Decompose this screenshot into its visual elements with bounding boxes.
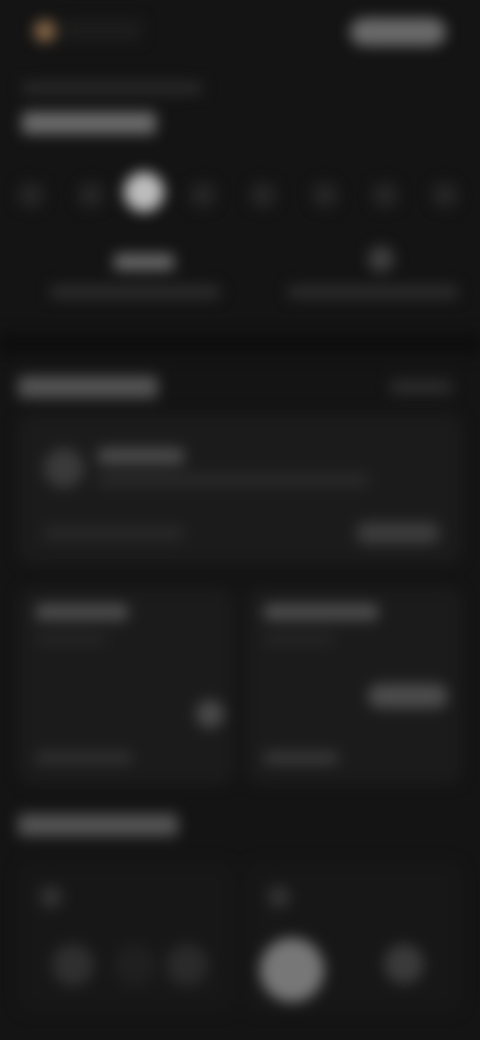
stat-card[interactable] bbox=[18, 588, 234, 784]
stat-card-subtitle bbox=[36, 634, 106, 644]
activity-subtitle bbox=[98, 474, 368, 486]
day-selector bbox=[0, 170, 480, 220]
feature-card[interactable] bbox=[246, 862, 462, 1012]
see-all-link[interactable] bbox=[390, 380, 452, 394]
day-item[interactable] bbox=[78, 182, 104, 208]
header-action-button[interactable] bbox=[350, 18, 446, 46]
activity-action-button[interactable] bbox=[356, 522, 440, 544]
stat-card-footer bbox=[264, 752, 338, 764]
feature-icon bbox=[40, 886, 62, 908]
metric-icon bbox=[368, 246, 394, 272]
section-title bbox=[18, 376, 158, 398]
feature-card[interactable] bbox=[18, 862, 234, 1012]
option-circle[interactable] bbox=[52, 944, 94, 986]
app-name bbox=[62, 20, 142, 40]
option-circle-selected[interactable] bbox=[260, 938, 324, 1002]
day-item[interactable] bbox=[250, 182, 276, 208]
app-logo bbox=[34, 20, 56, 42]
greeting-subtitle bbox=[22, 82, 202, 94]
day-item[interactable] bbox=[18, 182, 44, 208]
stat-card-chip[interactable] bbox=[368, 684, 448, 708]
section-divider bbox=[0, 334, 480, 354]
summary-metric bbox=[288, 246, 478, 306]
stat-card-icon bbox=[196, 700, 224, 728]
greeting-title bbox=[22, 112, 156, 134]
feature-icon bbox=[268, 886, 290, 908]
option-circle[interactable] bbox=[114, 944, 156, 986]
stat-card-footer bbox=[36, 752, 132, 764]
app-screen bbox=[0, 0, 480, 1040]
summary-metric bbox=[50, 246, 240, 306]
option-circle[interactable] bbox=[384, 944, 424, 984]
activity-title bbox=[98, 448, 184, 464]
stat-card[interactable] bbox=[246, 588, 462, 784]
metric-value bbox=[114, 254, 174, 270]
option-circle[interactable] bbox=[166, 944, 208, 986]
section-title bbox=[18, 814, 178, 836]
metric-label bbox=[50, 286, 220, 298]
day-item-selected[interactable] bbox=[124, 172, 164, 212]
activity-card[interactable] bbox=[18, 414, 462, 564]
day-item[interactable] bbox=[432, 182, 458, 208]
stat-card-title bbox=[36, 604, 128, 620]
day-item[interactable] bbox=[312, 182, 338, 208]
day-item[interactable] bbox=[190, 182, 216, 208]
metric-label bbox=[288, 286, 458, 298]
activity-footer bbox=[44, 526, 184, 540]
stat-card-subtitle bbox=[264, 634, 334, 644]
day-item[interactable] bbox=[372, 182, 398, 208]
stat-card-title bbox=[264, 604, 378, 620]
top-bar bbox=[0, 0, 480, 64]
activity-icon bbox=[44, 448, 84, 488]
